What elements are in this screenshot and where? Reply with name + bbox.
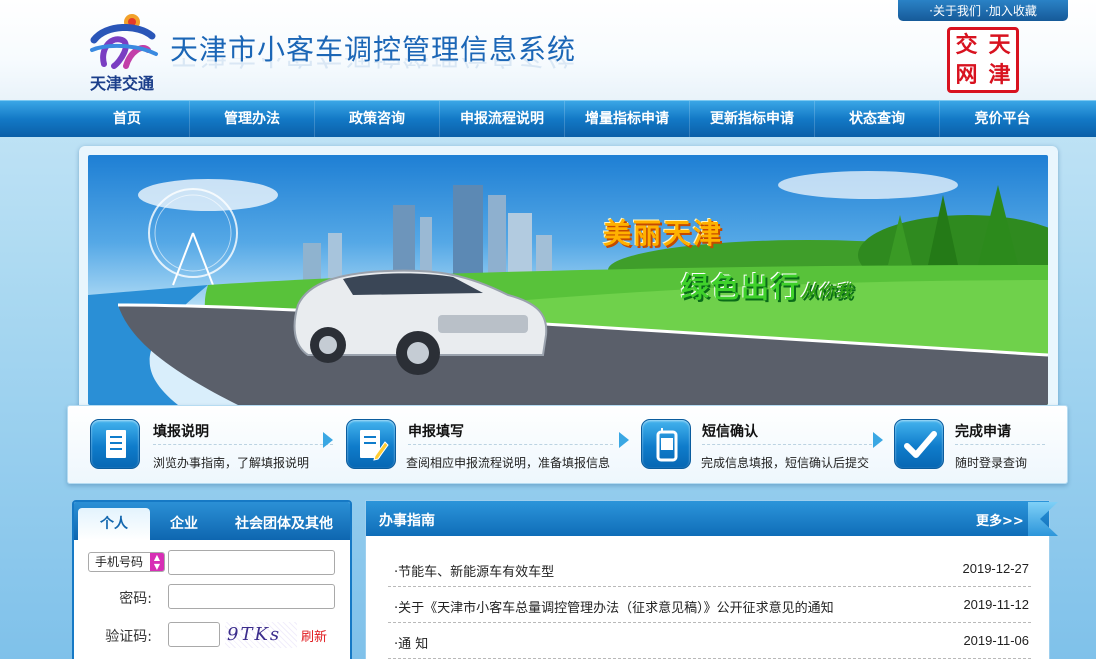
- banner-slogan-beautiful-tianjin: 美丽天津: [603, 217, 724, 250]
- top-links-bar: ·关于我们 ·加入收藏: [898, 0, 1068, 21]
- list-item[interactable]: ·通 知 2019-11-06: [388, 623, 1031, 659]
- step-title: 申报填写: [408, 424, 464, 440]
- id-type-select[interactable]: 手机号码 ▲ ▼: [88, 552, 165, 572]
- logo-caption: 天津交通: [89, 74, 154, 93]
- nav-incremental-quota[interactable]: 增量指标申请: [565, 101, 690, 137]
- hero-banner: [88, 155, 1048, 405]
- nav-status-query[interactable]: 状态查询: [815, 101, 940, 137]
- nav-bidding-platform[interactable]: 竞价平台: [940, 101, 1065, 137]
- document-icon: [90, 419, 140, 469]
- news-date: 2019-12-27: [962, 561, 1030, 576]
- tab-enterprise[interactable]: 企业: [154, 508, 214, 540]
- step-title: 填报说明: [153, 424, 209, 440]
- nav-renewal-quota[interactable]: 更新指标申请: [690, 101, 815, 137]
- password-label: 密码:: [119, 591, 152, 607]
- news-title[interactable]: ·节能车、新能源车有效车型: [394, 561, 554, 580]
- step-divider: [408, 444, 613, 445]
- nav-home[interactable]: 首页: [65, 101, 190, 137]
- site-header: 天津交通 天津市小客车调控管理信息系统 天津市小客车调控管理信息系统 ·关于我们…: [0, 0, 1096, 100]
- about-us-link[interactable]: ·关于我们: [929, 2, 981, 19]
- password-input[interactable]: [168, 584, 335, 609]
- step-title: 完成申请: [955, 424, 1011, 440]
- news-title[interactable]: ·关于《天津市小客车总量调控管理办法（征求意见稿）》公开征求意见的通知: [394, 597, 834, 616]
- slogan-small: 从你我: [801, 282, 853, 302]
- guide-title: 办事指南: [379, 513, 435, 529]
- application-steps-bar: 填报说明 浏览办事指南，了解填报说明 申报填写 查阅相应申报流程说明，准备填报信…: [67, 405, 1068, 484]
- seal-char: 交: [955, 32, 978, 58]
- mobile-phone-icon: [641, 419, 691, 469]
- id-number-input[interactable]: [168, 550, 335, 575]
- step-sms-confirm[interactable]: 短信确认 完成信息填报，短信确认后提交: [641, 406, 881, 485]
- nav-regulations[interactable]: 管理办法: [190, 101, 315, 137]
- step-desc: 查阅相应申报流程说明，准备填报信息: [406, 456, 611, 470]
- step-divider: [702, 444, 872, 445]
- step-fill-instructions[interactable]: 填报说明 浏览办事指南，了解填报说明: [90, 406, 340, 485]
- add-bookmark-link[interactable]: ·加入收藏: [985, 2, 1037, 19]
- step-divider: [153, 444, 333, 445]
- nav-process-guide[interactable]: 申报流程说明: [440, 101, 565, 137]
- banner-slogan-green-travel: 绿色出行从你我: [681, 266, 852, 306]
- chevron-right-icon: [323, 432, 333, 448]
- step-application-form[interactable]: 申报填写 查阅相应申报流程说明，准备填报信息: [346, 406, 626, 485]
- chevron-right-icon: [619, 432, 629, 448]
- guide-header: 办事指南 更多>>: [366, 501, 1049, 536]
- list-item[interactable]: ·节能车、新能源车有效车型 2019-12-27: [388, 551, 1031, 587]
- step-divider: [955, 444, 1045, 445]
- banner-illustration: [88, 171, 1048, 405]
- nav-policy-consult[interactable]: 政策咨询: [315, 101, 440, 137]
- login-tabs: 个人 企业 社会团体及其他: [74, 502, 350, 540]
- news-date: 2019-11-12: [963, 597, 1029, 612]
- captcha-image[interactable]: 9TKs: [225, 622, 297, 648]
- select-arrows-icon: ▲ ▼: [150, 553, 164, 571]
- captcha-input[interactable]: [168, 622, 220, 647]
- step-title: 短信确认: [702, 424, 758, 440]
- site-title-reflection: 天津市小客车调控管理信息系统: [170, 58, 576, 76]
- tab-personal[interactable]: 个人: [78, 508, 150, 540]
- step-complete-application[interactable]: 完成申请 随时登录查询: [894, 406, 1064, 485]
- login-password-row: 密码:: [74, 584, 350, 610]
- chevron-right-icon: [873, 432, 883, 448]
- news-title[interactable]: ·通 知: [394, 633, 428, 652]
- news-date: 2019-11-06: [963, 633, 1029, 648]
- seal-char: 津: [988, 62, 1011, 88]
- form-edit-icon: [346, 419, 396, 469]
- step-desc: 完成信息填报，短信确认后提交: [701, 456, 870, 470]
- login-panel: 个人 企业 社会团体及其他 手机号码 ▲ ▼ 密码: 验证码: 9TKs 刷新: [72, 500, 352, 659]
- captcha-refresh-link[interactable]: 刷新: [301, 626, 327, 645]
- id-type-value: 手机号码: [95, 555, 144, 569]
- step-desc: 随时登录查询: [955, 456, 1028, 470]
- guide-more-link[interactable]: 更多>>: [976, 510, 1024, 529]
- captcha-label: 验证码:: [105, 629, 152, 645]
- seal-char: 天: [988, 32, 1011, 58]
- step-desc: 浏览办事指南，了解填报说明: [153, 456, 310, 470]
- tab-social-organization[interactable]: 社会团体及其他: [222, 508, 346, 540]
- service-guide-panel: 办事指南 更多>> ·节能车、新能源车有效车型 2019-12-27 ·关于《天…: [365, 500, 1050, 659]
- tianjin-jiaowang-seal-logo[interactable]: 交 天 网 津: [947, 27, 1019, 93]
- list-item[interactable]: ·关于《天津市小客车总量调控管理办法（征求意见稿）》公开征求意见的通知 2019…: [388, 587, 1031, 623]
- main-nav: 首页 管理办法 政策咨询 申报流程说明 增量指标申请 更新指标申请 状态查询 竞…: [0, 100, 1096, 137]
- seal-char: 网: [955, 62, 978, 88]
- login-captcha-row: 验证码: 9TKs 刷新: [74, 622, 350, 648]
- login-id-row: 手机号码 ▲ ▼: [74, 550, 350, 576]
- slogan-main: 绿色出行: [681, 271, 802, 304]
- checkmark-icon: [894, 419, 944, 469]
